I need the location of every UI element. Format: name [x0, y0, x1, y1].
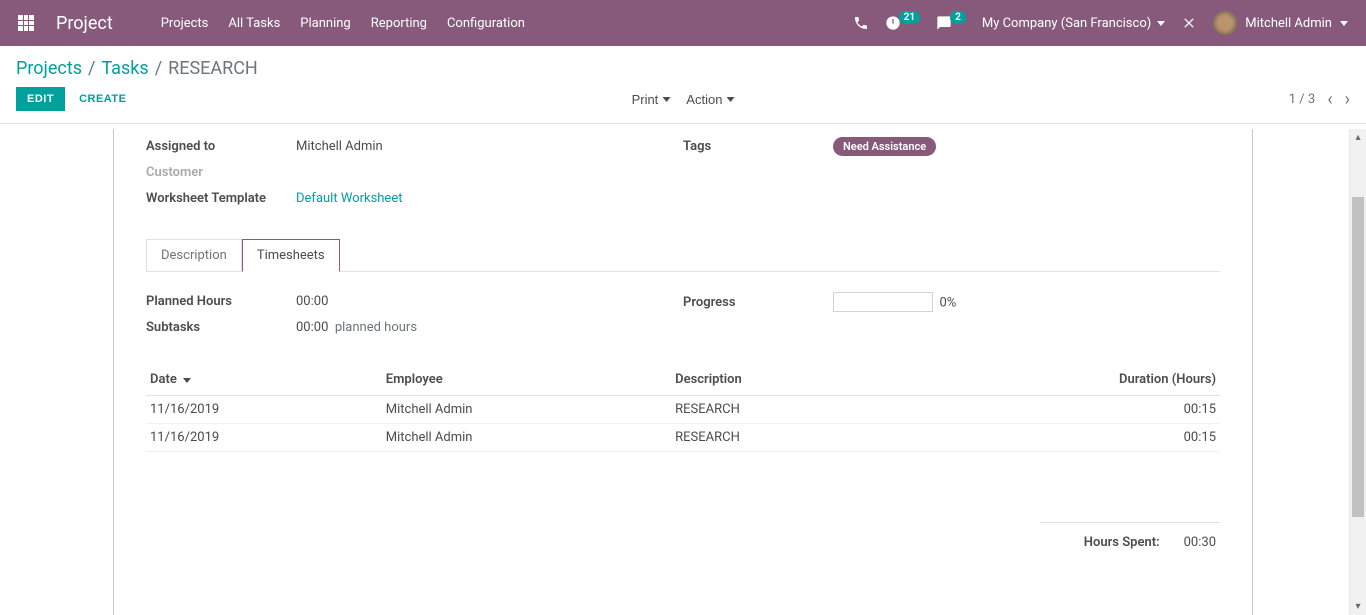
- debug-icon[interactable]: [1181, 15, 1197, 31]
- subtasks-label: Subtasks: [146, 320, 296, 335]
- company-switcher[interactable]: My Company (San Francisco): [982, 16, 1165, 31]
- tags-label: Tags: [683, 139, 833, 154]
- breadcrumb-tasks[interactable]: Tasks: [101, 58, 148, 79]
- cell-date: 11/16/2019: [146, 396, 382, 424]
- discuss-badge: 2: [950, 11, 966, 24]
- cell-duration: 00:15: [899, 396, 1220, 424]
- print-dropdown[interactable]: Print: [632, 92, 671, 107]
- table-row[interactable]: 11/16/2019 Mitchell Admin RESEARCH 00:15: [146, 424, 1220, 452]
- breadcrumb-projects[interactable]: Projects: [16, 58, 82, 79]
- pager: 1 / 3 ‹ ›: [1289, 89, 1350, 110]
- sort-desc-icon: [183, 378, 191, 383]
- table-row[interactable]: 11/16/2019 Mitchell Admin RESEARCH 00:15: [146, 396, 1220, 424]
- hours-spent-label: Hours Spent:: [1084, 535, 1160, 550]
- scrollbar-vertical[interactable]: ▴ ▾: [1349, 129, 1366, 615]
- nav-planning[interactable]: Planning: [300, 16, 350, 31]
- user-menu[interactable]: Mitchell Admin: [1213, 11, 1348, 35]
- nav-projects[interactable]: Projects: [161, 16, 209, 31]
- discuss-icon[interactable]: 2: [936, 15, 966, 31]
- pager-text: 1 / 3: [1289, 92, 1315, 107]
- worksheet-label: Worksheet Template: [146, 191, 296, 206]
- breadcrumb-current: RESEARCH: [168, 58, 258, 79]
- cell-duration: 00:15: [899, 424, 1220, 452]
- progress-percent: 0%: [939, 296, 956, 311]
- phone-icon[interactable]: [853, 15, 869, 31]
- activity-badge: 21: [899, 11, 920, 24]
- top-navbar: Project Projects All Tasks Planning Repo…: [0, 0, 1366, 46]
- activity-icon[interactable]: 21: [885, 15, 920, 31]
- content-area: Assigned to Mitchell Admin Customer Work…: [0, 129, 1366, 615]
- chevron-down-icon: [1157, 21, 1165, 26]
- col-employee[interactable]: Employee: [382, 364, 671, 396]
- edit-button[interactable]: EDIT: [16, 87, 65, 111]
- planned-hours-value: 00:00: [296, 294, 683, 309]
- breadcrumb-sep: /: [155, 58, 162, 79]
- scroll-up-arrow[interactable]: ▴: [1350, 129, 1366, 146]
- cell-employee: Mitchell Admin: [382, 424, 671, 452]
- print-label: Print: [632, 92, 659, 107]
- tab-timesheets[interactable]: Timesheets: [242, 239, 340, 272]
- cell-date: 11/16/2019: [146, 424, 382, 452]
- nav-reporting[interactable]: Reporting: [371, 16, 427, 31]
- breadcrumb-sep: /: [88, 58, 95, 79]
- breadcrumb: Projects / Tasks / RESEARCH: [0, 46, 1366, 79]
- user-name: Mitchell Admin: [1245, 16, 1332, 31]
- chevron-down-icon: [1340, 21, 1348, 26]
- pager-prev[interactable]: ‹: [1327, 89, 1332, 110]
- create-button[interactable]: CREATE: [69, 88, 136, 110]
- pager-next[interactable]: ›: [1345, 89, 1350, 110]
- chevron-down-icon: [726, 97, 734, 102]
- company-label: My Company (San Francisco): [982, 16, 1151, 31]
- action-bar: EDIT CREATE Print Action 1 / 3 ‹ ›: [0, 79, 1366, 124]
- action-dropdown[interactable]: Action: [686, 92, 734, 107]
- col-date[interactable]: Date: [146, 364, 382, 396]
- col-duration[interactable]: Duration (Hours): [899, 364, 1220, 396]
- timesheet-table: Date Employee Description Duration (Hour…: [146, 364, 1220, 452]
- totals-row: Hours Spent: 00:30: [1040, 522, 1220, 550]
- topbar-right: 21 2 My Company (San Francisco) Mitchell…: [853, 11, 1358, 35]
- worksheet-link[interactable]: Default Worksheet: [296, 191, 683, 206]
- hours-spent-value: 00:30: [1184, 535, 1216, 550]
- subtasks-value: 00:00: [296, 320, 328, 335]
- tab-description[interactable]: Description: [146, 239, 242, 271]
- progress-label: Progress: [683, 295, 833, 310]
- tag-need-assistance: Need Assistance: [833, 137, 936, 156]
- brand-title[interactable]: Project: [56, 13, 113, 34]
- scroll-thumb[interactable]: [1352, 197, 1364, 517]
- apps-icon[interactable]: [8, 15, 44, 31]
- customer-label: Customer: [146, 165, 296, 180]
- planned-hours-label: Planned Hours: [146, 294, 296, 309]
- nav-all-tasks[interactable]: All Tasks: [228, 16, 280, 31]
- assigned-to-value: Mitchell Admin: [296, 139, 683, 154]
- scroll-down-arrow[interactable]: ▾: [1350, 598, 1366, 615]
- cell-description: RESEARCH: [671, 424, 899, 452]
- cell-description: RESEARCH: [671, 396, 899, 424]
- cell-employee: Mitchell Admin: [382, 396, 671, 424]
- col-description[interactable]: Description: [671, 364, 899, 396]
- tab-content-timesheets: Planned Hours 00:00 Subtasks 00:00 plann…: [130, 272, 1236, 566]
- assigned-to-label: Assigned to: [146, 139, 296, 154]
- chevron-down-icon: [662, 97, 670, 102]
- avatar: [1213, 11, 1237, 35]
- subtasks-suffix: planned hours: [335, 320, 417, 335]
- tab-bar: Description Timesheets: [146, 239, 1220, 272]
- main-nav: Projects All Tasks Planning Reporting Co…: [161, 16, 525, 31]
- form-sheet: Assigned to Mitchell Admin Customer Work…: [113, 129, 1253, 615]
- action-label: Action: [686, 92, 722, 107]
- progress-input[interactable]: [833, 292, 933, 312]
- nav-configuration[interactable]: Configuration: [447, 16, 525, 31]
